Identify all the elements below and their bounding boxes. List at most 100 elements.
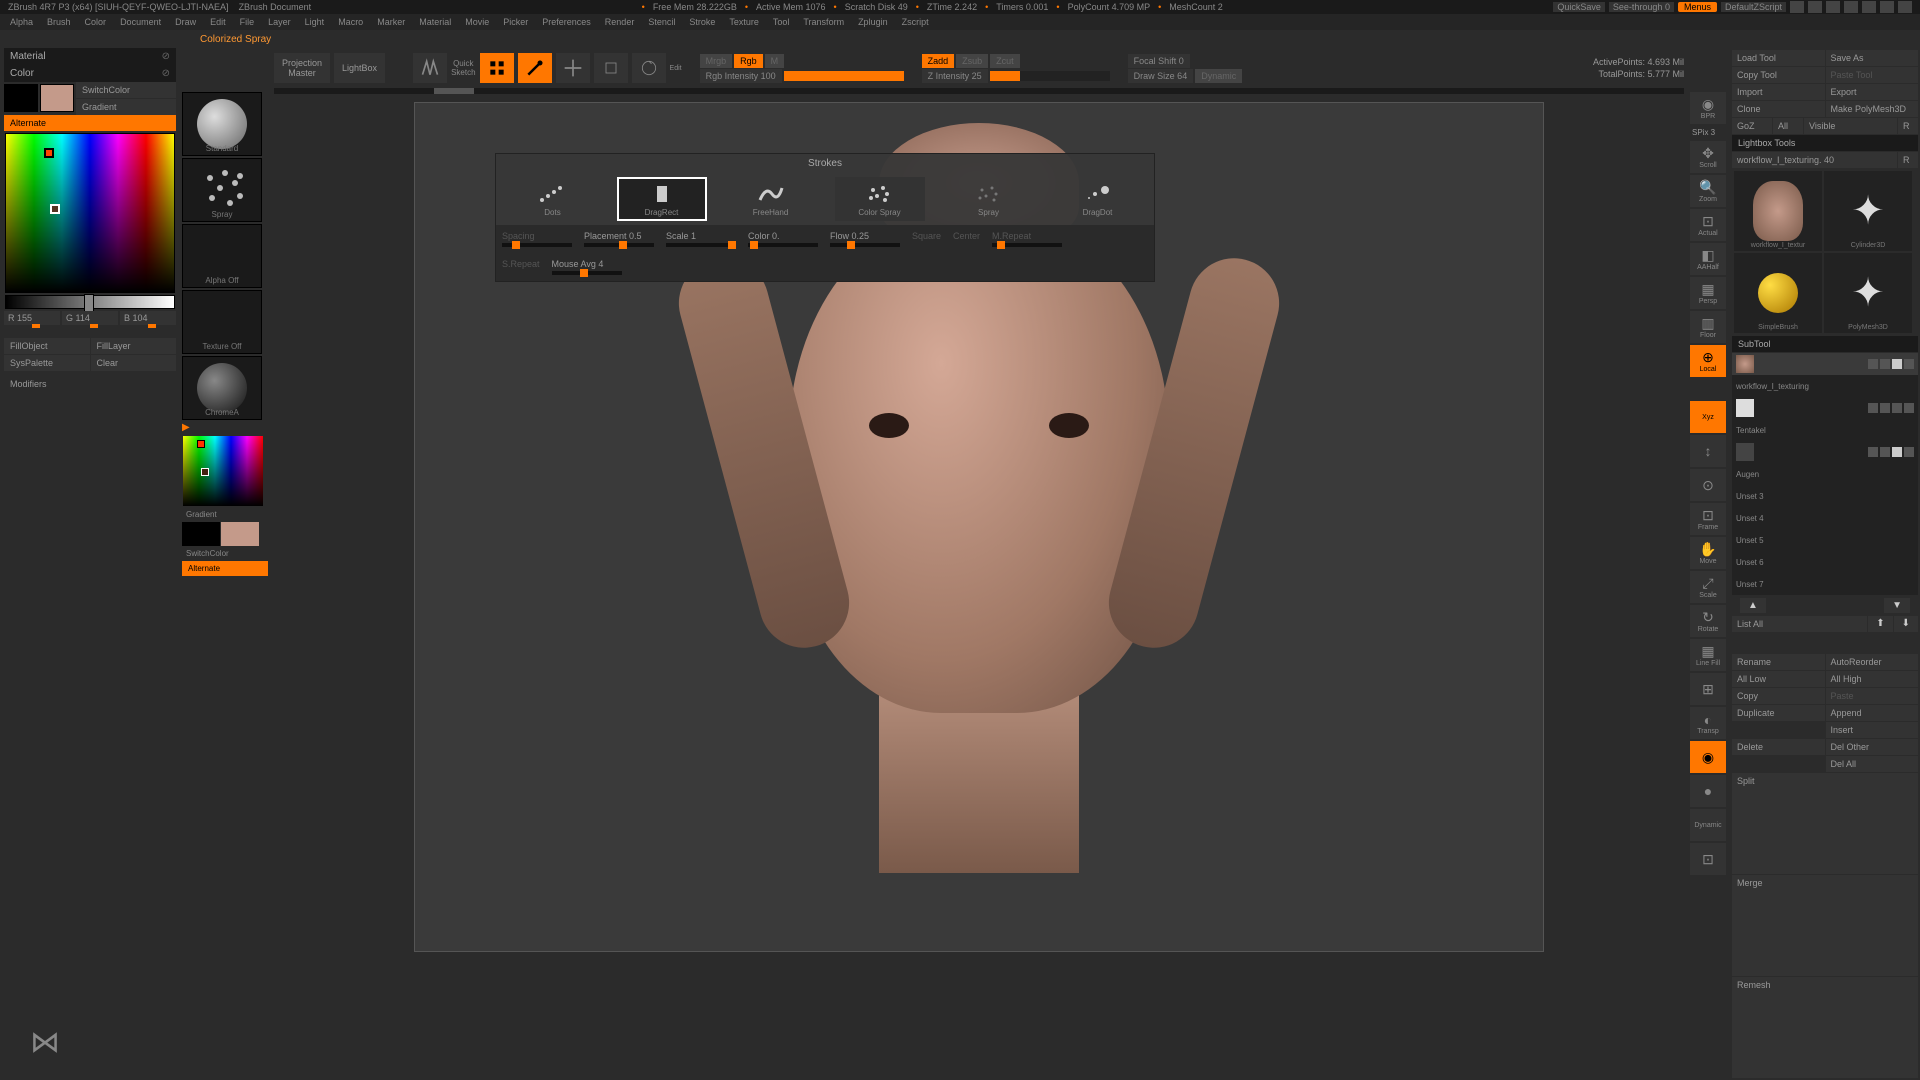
menu-stencil[interactable]: Stencil — [642, 17, 681, 27]
menus-button[interactable]: Menus — [1678, 2, 1717, 12]
xpose-button[interactable]: ⊡ — [1690, 843, 1726, 875]
mrepeat-slider[interactable] — [992, 243, 1062, 247]
delall-button[interactable]: Del All — [1826, 756, 1919, 772]
goz-button[interactable]: GoZ — [1732, 118, 1772, 134]
quicksave-button[interactable]: QuickSave — [1553, 2, 1605, 12]
local-button[interactable]: ⊕Local — [1690, 345, 1726, 377]
menu-texture[interactable]: Texture — [723, 17, 765, 27]
menu-preferences[interactable]: Preferences — [536, 17, 597, 27]
rotate-nav-button[interactable]: ↻Rotate — [1690, 605, 1726, 637]
swatch-secondary[interactable] — [4, 84, 38, 112]
mini-marker-2[interactable] — [201, 468, 209, 476]
mini-swatch-black[interactable] — [182, 522, 220, 546]
zcut-button[interactable]: Zcut — [990, 54, 1020, 68]
draw-button[interactable] — [518, 53, 552, 83]
goz-visible-button[interactable]: Visible — [1804, 118, 1897, 134]
rename-button[interactable]: Rename — [1732, 654, 1825, 670]
goz-all-button[interactable]: All — [1773, 118, 1803, 134]
menu-alpha[interactable]: Alpha — [4, 17, 39, 27]
subtool-up-button[interactable]: ▲ — [1740, 598, 1766, 613]
clone-button[interactable]: Clone — [1732, 101, 1825, 117]
draw-size-slider[interactable]: Draw Size 64 — [1128, 69, 1194, 83]
transp-button[interactable]: ◐Transp — [1690, 707, 1726, 739]
floor-button[interactable]: ▥Floor — [1690, 311, 1726, 343]
color-header[interactable]: Color⊘ — [4, 65, 176, 82]
scale-button[interactable] — [594, 53, 628, 83]
goz-r-button[interactable]: R — [1898, 118, 1918, 134]
stroke-colorspray[interactable]: Color Spray — [835, 177, 925, 221]
z-button[interactable]: ⊙ — [1690, 469, 1726, 501]
remesh-button[interactable]: Remesh — [1732, 977, 1918, 1078]
collapse-icon[interactable]: ⊘ — [162, 68, 170, 79]
subtool-row-7[interactable]: Unset 5 — [1732, 529, 1918, 551]
menu-zscript[interactable]: Zscript — [896, 17, 935, 27]
projection-master-button[interactable]: Projection Master — [274, 53, 330, 83]
menu-layer[interactable]: Layer — [262, 17, 297, 27]
scroll-button[interactable]: ✥Scroll — [1690, 141, 1726, 173]
stroke-tile[interactable]: Spray — [182, 158, 262, 222]
bpr-button[interactable]: ◉BPR — [1690, 92, 1726, 124]
pastetool-button[interactable]: Paste Tool — [1826, 67, 1919, 83]
maximize-icon[interactable] — [1880, 1, 1894, 13]
g-value[interactable]: G 114 — [62, 311, 118, 325]
zsub-button[interactable]: Zsub — [956, 54, 988, 68]
menu-edit[interactable]: Edit — [204, 17, 232, 27]
duplicate-button[interactable]: Duplicate — [1732, 705, 1825, 721]
delete-button[interactable]: Delete — [1732, 739, 1825, 755]
mini-switchcolor[interactable]: SwitchColor — [182, 548, 268, 559]
export-button[interactable]: Export — [1826, 84, 1919, 100]
scale-nav-button[interactable]: ⤢Scale — [1690, 571, 1726, 603]
menu-macro[interactable]: Macro — [332, 17, 369, 27]
linefill-button[interactable]: ▦Line Fill — [1690, 639, 1726, 671]
material-tile[interactable]: ChromeA — [182, 356, 262, 420]
menu-zplugin[interactable]: Zplugin — [852, 17, 894, 27]
gray-slider[interactable] — [5, 295, 175, 309]
collapse-icon[interactable]: ⊘ — [162, 51, 170, 62]
z-intensity-slider[interactable]: Z Intensity 25 — [922, 69, 988, 83]
menu-marker[interactable]: Marker — [371, 17, 411, 27]
subtool-row-5[interactable]: Unset 3 — [1732, 485, 1918, 507]
moveup-button[interactable]: ⬆ — [1868, 616, 1892, 632]
menu-light[interactable]: Light — [299, 17, 331, 27]
persp-button[interactable]: ▦Persp — [1690, 277, 1726, 309]
subtool-row-0b[interactable]: workflow_I_texturing — [1732, 375, 1918, 397]
menu-brush[interactable]: Brush — [41, 17, 77, 27]
z-intensity-bar[interactable] — [990, 71, 1110, 81]
move-button[interactable] — [556, 53, 590, 83]
append-button[interactable]: Append — [1826, 705, 1919, 721]
titlebar-icon-3[interactable] — [1826, 1, 1840, 13]
menu-tool[interactable]: Tool — [767, 17, 796, 27]
mini-alternate-button[interactable]: Alternate — [182, 561, 268, 576]
dynamic-nav-button[interactable]: Dynamic — [1690, 809, 1726, 841]
polyframe-button[interactable]: ⊞ — [1690, 673, 1726, 705]
makepoly-button[interactable]: Make PolyMesh3D — [1826, 101, 1919, 117]
gradient-arrow-icon[interactable]: ▶ — [182, 422, 190, 433]
subtool-down-button[interactable]: ▼ — [1884, 598, 1910, 613]
b-value[interactable]: B 104 — [120, 311, 176, 325]
menu-file[interactable]: File — [234, 17, 261, 27]
solo-button[interactable]: ● — [1690, 775, 1726, 807]
subtool-row-6[interactable]: Unset 4 — [1732, 507, 1918, 529]
move-nav-button[interactable]: ✋Move — [1690, 537, 1726, 569]
tool-thumb-cylinder[interactable]: ✦Cylinder3D — [1824, 171, 1912, 251]
alternate-button[interactable]: Alternate — [4, 115, 176, 131]
frame-button[interactable]: ⊡Frame — [1690, 503, 1726, 535]
aahalf-button[interactable]: ◧AAHalf — [1690, 243, 1726, 275]
menu-movie[interactable]: Movie — [459, 17, 495, 27]
subtool-row-2[interactable]: Tentakel — [1732, 419, 1918, 441]
loadtool-button[interactable]: Load Tool — [1732, 50, 1825, 66]
material-header[interactable]: Material⊘ — [4, 48, 176, 65]
y-button[interactable]: ↕ — [1690, 435, 1726, 467]
modifiers-header[interactable]: Modifiers — [4, 375, 176, 393]
alllow-button[interactable]: All Low — [1732, 671, 1825, 687]
scale-slider[interactable] — [666, 243, 736, 247]
menu-draw[interactable]: Draw — [169, 17, 202, 27]
seethrough-slider[interactable]: See-through 0 — [1609, 2, 1674, 12]
gradient-button[interactable]: Gradient — [76, 99, 176, 115]
canvas[interactable]: Strokes Dots DragRect FreeHand — [414, 102, 1544, 952]
edit-button[interactable] — [480, 53, 514, 83]
subtool-row-4[interactable]: Augen — [1732, 463, 1918, 485]
copy-button[interactable]: Copy — [1732, 688, 1825, 704]
tool-thumb-workflow[interactable]: workflow_I_textur — [1734, 171, 1822, 251]
close-icon[interactable] — [1898, 1, 1912, 13]
